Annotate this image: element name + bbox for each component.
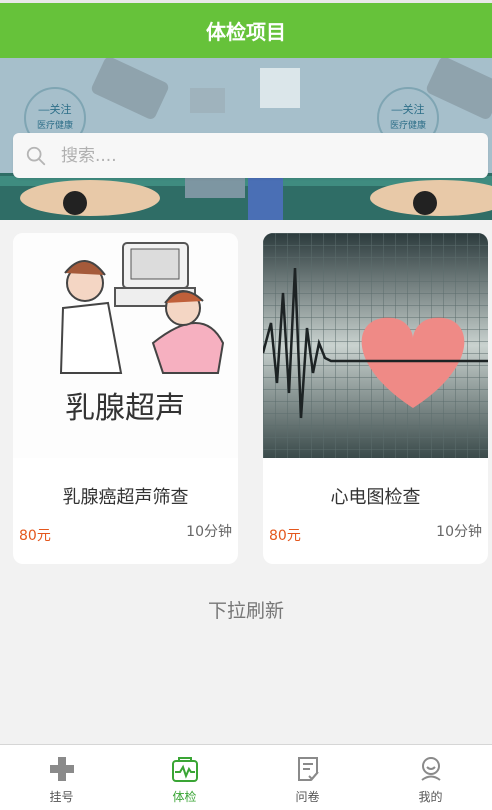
- tab-label: 我的: [418, 790, 443, 804]
- tab-profile[interactable]: 我的: [369, 745, 492, 810]
- page-title: 体检项目: [206, 20, 286, 44]
- banner-badge-line1: —关注: [39, 102, 72, 116]
- exam-card-ecg[interactable]: 心电图检查 80元 10分钟: [263, 233, 488, 564]
- tab-checkup[interactable]: 体检: [123, 745, 246, 810]
- search-bar[interactable]: [13, 133, 488, 178]
- banner-badge-line2: 医疗健康: [37, 119, 73, 130]
- search-input[interactable]: [61, 145, 441, 166]
- banner-badge-line2-right: 医疗健康: [390, 119, 426, 130]
- exam-name: 心电图检查: [330, 487, 421, 508]
- profile-icon: [420, 757, 441, 781]
- breast-ultrasound-image: 乳腺超声: [13, 233, 238, 458]
- banner-badge-line1-right: —关注: [392, 102, 425, 116]
- bottom-tab-bar: 挂号 体检 问卷 我的: [0, 744, 492, 810]
- tab-label: 问卷: [295, 790, 320, 804]
- search-icon: [26, 146, 46, 165]
- exam-name: 乳腺癌超声筛查: [62, 487, 189, 508]
- page-header: 体检项目: [0, 3, 492, 58]
- tab-label: 体检: [172, 790, 197, 804]
- image-caption: 乳腺超声: [65, 392, 185, 425]
- exam-duration: 10分钟: [186, 524, 232, 540]
- medical-cross-icon: [49, 757, 74, 781]
- exam-price: 80元: [19, 528, 51, 544]
- exam-card-breast-ultrasound[interactable]: 乳腺超声 乳腺癌超声筛查 80元 10分钟: [13, 233, 238, 564]
- survey-icon: [297, 757, 319, 781]
- exam-duration: 10分钟: [436, 524, 482, 540]
- tab-label: 挂号: [49, 790, 74, 804]
- ecg-heart-image: [263, 233, 488, 458]
- health-check-icon: [171, 757, 198, 782]
- pull-to-refresh-hint: 下拉刷新: [207, 600, 284, 622]
- exam-price: 80元: [269, 528, 301, 544]
- tab-register[interactable]: 挂号: [0, 745, 123, 810]
- tab-survey[interactable]: 问卷: [246, 745, 369, 810]
